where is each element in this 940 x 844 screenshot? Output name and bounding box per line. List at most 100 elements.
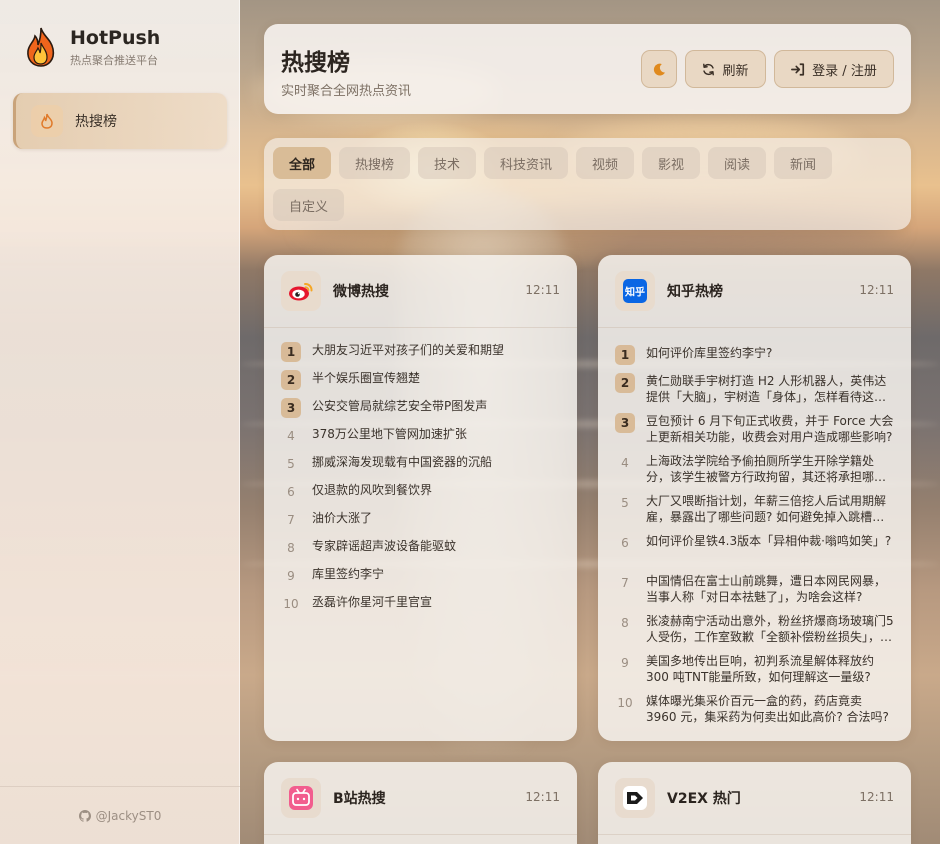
list-item[interactable]: 2 黄仁勋联手宇树打造 H2 人形机器人，英伟达提供「大脑」，宇树造「身体」，怎样… — [615, 373, 894, 413]
list-item[interactable]: 6 如何评价星铁4.3版本「异相仲裁·嗡鸣如笑」? — [615, 533, 894, 573]
tab-tech[interactable]: 技术 — [418, 147, 476, 179]
card-header[interactable]: B站热搜 12:11 — [264, 762, 577, 835]
list-item[interactable]: 9 美国多地传出巨响，初判系流星解体释放约 300 吨TNT能量所致，如何理解这一… — [615, 653, 894, 693]
refresh-icon — [703, 63, 715, 75]
category-tabs: 全部 热搜榜 技术 科技资讯 视频 影视 阅读 新闻 自定义 — [264, 138, 911, 230]
rank-badge: 9 — [621, 656, 629, 670]
brand[interactable]: HotPush 热点聚合推送平台 — [24, 26, 160, 68]
rank-badge: 5 — [621, 496, 629, 510]
sidebar-item-label: 热搜榜 — [75, 114, 117, 130]
github-link[interactable]: @JackyST0 — [0, 786, 240, 844]
card-time: 12:11 — [859, 283, 894, 297]
rank-badge: 4 — [621, 456, 629, 470]
hot-card-zhihu: 知乎 知乎热榜 12:11 1 如何评价库里签约李宁? 2 黄仁勋联手宇树打造 H2… — [598, 255, 911, 741]
svg-text:知乎: 知乎 — [624, 286, 645, 299]
item-title: 张凌赫南宁活动出意外，粉丝挤爆商场玻璃门5人受伤，工作室致歉「全额补偿粉丝损失」… — [646, 614, 894, 644]
card-title: V2EX 热门 — [667, 791, 741, 807]
list-item[interactable]: 8 专家辟谣超声波设备能驱蚊 — [281, 538, 560, 566]
login-label: 登录 / 注册 — [812, 63, 877, 79]
item-title: 豆包预计 6 月下旬正式收费，并于 Force 大会上更新相关功能，收费会对用户… — [646, 414, 894, 444]
list-item[interactable]: 4 上海政法学院给予偷拍厕所学生开除学籍处分，该学生被警方行政拘留，其还将承担哪些… — [615, 453, 894, 493]
rank-badge: 2 — [615, 373, 635, 393]
rank-badge: 5 — [287, 457, 295, 471]
flame-icon — [31, 105, 63, 137]
item-title: 如何评价星铁4.3版本「异相仲裁·嗡鸣如笑」? — [646, 534, 892, 548]
item-title: 大朋友习近平对孩子们的关爱和期望 — [312, 343, 505, 357]
card-header[interactable]: 知乎 知乎热榜 12:11 — [598, 255, 911, 328]
card-time: 12:11 — [525, 790, 560, 804]
item-title: 丞磊许你星河千里官宣 — [312, 595, 433, 609]
item-title: 中国情侣在富士山前跳舞，遭日本网民网暴，当事人称「对日本祛魅了」，为啥会这样? — [646, 574, 887, 604]
moon-icon — [653, 63, 665, 76]
tab-video[interactable]: 视频 — [576, 147, 634, 179]
rank-badge: 6 — [287, 485, 295, 499]
card-title: 知乎热榜 — [667, 284, 723, 300]
page-header: 热搜榜 实时聚合全网热点资讯 刷新 登录 / 注册 — [264, 24, 911, 114]
v2ex-icon — [615, 778, 655, 818]
item-title: 仅退款的风吹到餐饮界 — [312, 483, 433, 497]
list-item[interactable]: 4 378万公里地下管网加速扩张 — [281, 426, 560, 454]
list-item[interactable]: 6 仅退款的风吹到餐饮界 — [281, 482, 560, 510]
login-register-button[interactable]: 登录 / 注册 — [774, 50, 894, 88]
list-item[interactable]: 3 公安交管局就综艺安全带P图发声 — [281, 398, 560, 426]
tab-film[interactable]: 影视 — [642, 147, 700, 179]
list-item[interactable]: 1 如何评价库里签约李宁? — [615, 345, 894, 373]
item-title: 油价大涨了 — [312, 511, 373, 525]
sidebar: HotPush 热点聚合推送平台 热搜榜 @JackyST0 — [0, 0, 240, 844]
card-title: B站热搜 — [333, 791, 386, 807]
refresh-button[interactable]: 刷新 — [685, 50, 766, 88]
list-item[interactable]: 8 张凌赫南宁活动出意外，粉丝挤爆商场玻璃门5人受伤，工作室致歉「全额补偿粉丝损失… — [615, 613, 894, 653]
refresh-label: 刷新 — [722, 63, 749, 79]
github-username: @JackyST0 — [95, 808, 162, 823]
tab-news[interactable]: 新闻 — [774, 147, 832, 179]
item-title: 如何评价库里签约李宁? — [646, 346, 773, 360]
tab-custom[interactable]: 自定义 — [273, 189, 344, 221]
rank-badge: 4 — [287, 429, 295, 443]
list-item[interactable]: 5 大厂又喂断指计划，年薪三倍挖人后试用期解雇，暴露出了哪些问题? 如何避免掉入跳… — [615, 493, 894, 533]
page-subtitle: 实时聚合全网热点资讯 — [281, 84, 412, 99]
rank-badge: 1 — [615, 345, 635, 365]
item-title: 挪威深海发现载有中国瓷器的沉船 — [312, 455, 493, 469]
item-title: 公安交管局就综艺安全带P图发声 — [312, 399, 488, 413]
card-time: 12:11 — [859, 790, 894, 804]
tab-all[interactable]: 全部 — [273, 147, 331, 179]
list-item[interactable]: 2 半个娱乐圈宣传翘楚 — [281, 370, 560, 398]
list-item[interactable]: 10 媒体曝光集采价百元一盒的药，药店竟卖 3960 元，集采药为何卖出如此高价?… — [615, 693, 894, 733]
weibo-icon — [281, 271, 321, 311]
list-item[interactable]: 5 挪威深海发现载有中国瓷器的沉船 — [281, 454, 560, 482]
item-title: 378万公里地下管网加速扩张 — [312, 427, 467, 441]
rank-badge: 8 — [621, 616, 629, 630]
list-item[interactable]: 9 库里签约李宁 — [281, 566, 560, 594]
card-header[interactable]: 微博热搜 12:11 — [264, 255, 577, 328]
card-header[interactable]: V2EX 热门 12:11 — [598, 762, 911, 835]
list-item[interactable]: 10 丞磊许你星河千里官宣 — [281, 594, 560, 622]
sidebar-item-hot-list[interactable]: 热搜榜 — [13, 93, 227, 149]
hot-card-weibo: 微博热搜 12:11 1 大朋友习近平对孩子们的关爱和期望 2 半个娱乐圈宣传翘楚 … — [264, 255, 577, 741]
tab-tech-news[interactable]: 科技资讯 — [484, 147, 568, 179]
list-item[interactable]: 7 中国情侣在富士山前跳舞，遭日本网民网暴，当事人称「对日本祛魅了」，为啥会这样? — [615, 573, 894, 613]
brand-subtitle: 热点聚合推送平台 — [70, 54, 158, 67]
rank-badge: 3 — [615, 413, 635, 433]
rank-badge: 9 — [287, 569, 295, 583]
rank-badge: 7 — [621, 576, 629, 590]
list-item[interactable]: 3 豆包预计 6 月下旬正式收费，并于 Force 大会上更新相关功能，收费会对用… — [615, 413, 894, 453]
tab-reading[interactable]: 阅读 — [708, 147, 766, 179]
item-title: 黄仁勋联手宇树打造 H2 人形机器人，英伟达提供「大脑」，宇树造「身体」，怎样看… — [646, 374, 887, 404]
item-title: 库里签约李宁 — [312, 567, 385, 581]
item-title: 半个娱乐圈宣传翘楚 — [312, 371, 421, 385]
rank-badge: 3 — [281, 398, 301, 418]
rank-badge: 8 — [287, 541, 295, 555]
rank-badge: 2 — [281, 370, 301, 390]
item-title: 专家辟谣超声波设备能驱蚊 — [312, 539, 457, 553]
page-title: 热搜榜 — [281, 50, 350, 76]
tab-hot-list[interactable]: 热搜榜 — [339, 147, 410, 179]
item-title: 媒体曝光集采价百元一盒的药，药店竟卖 3960 元，集采药为何卖出如此高价? 合… — [646, 694, 889, 724]
list-item[interactable]: 7 油价大涨了 — [281, 510, 560, 538]
hot-list: 1 如何评价库里签约李宁? 2 黄仁勋联手宇树打造 H2 人形机器人，英伟达提供「大… — [598, 328, 911, 733]
theme-toggle-button[interactable] — [641, 50, 677, 88]
card-title: 微博热搜 — [333, 284, 389, 300]
list-item[interactable]: 1 大朋友习近平对孩子们的关爱和期望 — [281, 342, 560, 370]
github-icon — [78, 809, 91, 822]
zhihu-icon: 知乎 — [615, 271, 655, 311]
rank-badge: 6 — [621, 536, 629, 550]
